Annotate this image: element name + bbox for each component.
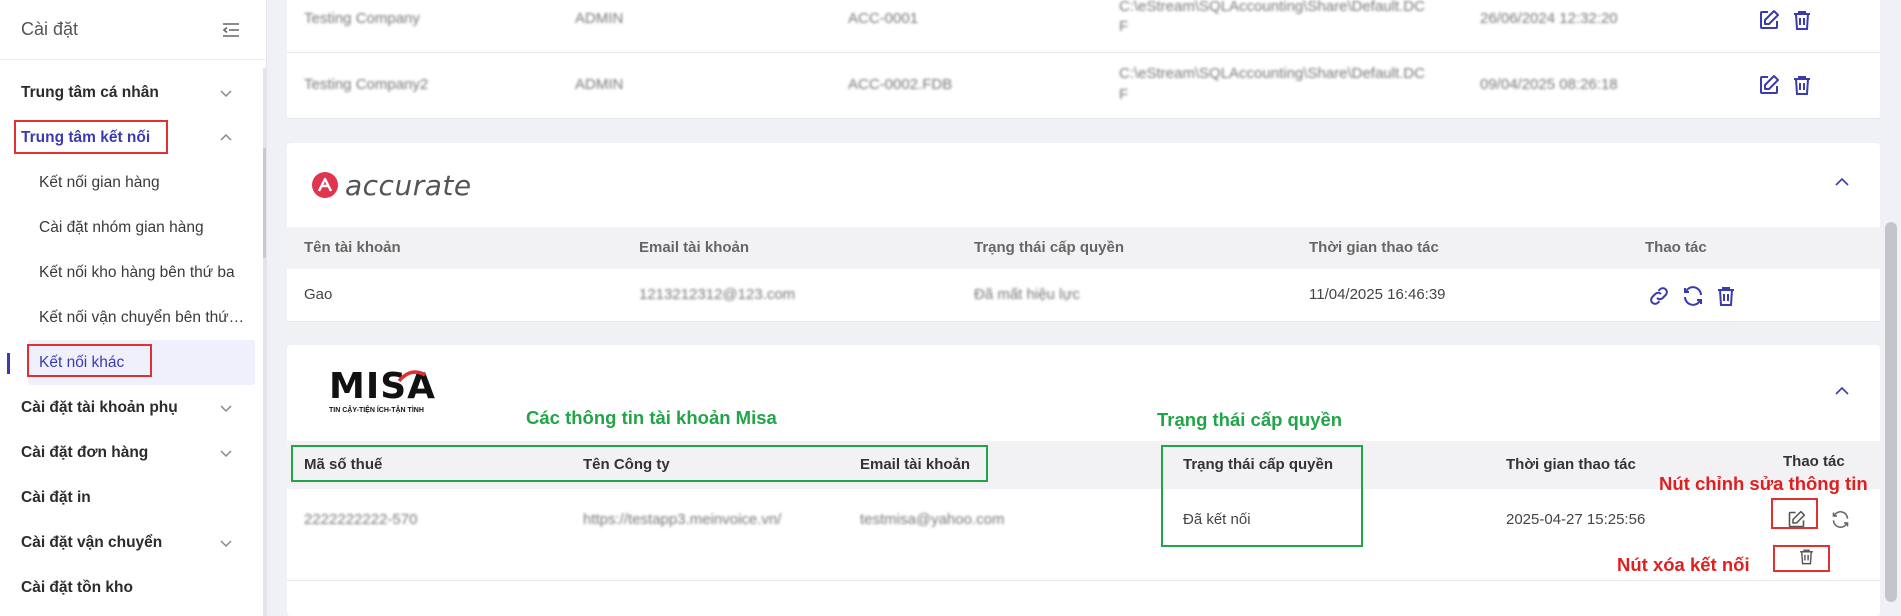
chevron-up-icon — [220, 133, 232, 141]
sub-item-label: Kết nối kho hàng bên thứ ba — [39, 263, 235, 281]
column-header: Thao tác — [1645, 239, 1707, 256]
annotation-account-info: Các thông tin tài khoản Misa — [526, 407, 777, 428]
tax-code-cell: 2222222222-570 — [304, 511, 418, 528]
chevron-down-icon — [220, 449, 232, 457]
table-row: Testing Company ADMIN ACC-0001 C:\eStrea… — [287, 0, 1880, 53]
menu-item-print-settings[interactable]: Cài đặt in — [0, 475, 262, 520]
sub-item-third-party-warehouse[interactable]: Kết nối kho hàng bên thứ ba — [0, 250, 262, 295]
menu-item-label: Cài đặt đơn hàng — [21, 443, 149, 461]
highlight-other-connections — [27, 344, 152, 377]
highlight-permission-status — [1161, 445, 1363, 547]
account-email-cell: 1213212312@123.com — [639, 286, 796, 303]
column-header: Thao tác — [1783, 453, 1845, 470]
edit-icon[interactable] — [1757, 73, 1781, 97]
account-email-cell: testmisa@yahoo.com — [860, 511, 1005, 528]
menu-item-label: Cài đặt tồn kho — [21, 578, 133, 596]
sidebar-title: Cài đặt — [21, 19, 79, 39]
sub-item-store-group-settings[interactable]: Cài đặt nhóm gian hàng — [0, 205, 262, 250]
operation-time-cell: 2025-04-27 15:25:56 — [1506, 511, 1646, 528]
page-scrollbar-thumb[interactable] — [1885, 222, 1897, 602]
chevron-down-icon — [220, 539, 232, 547]
sub-item-store-connection[interactable]: Kết nối gian hàng — [0, 160, 262, 205]
db-cell: ACC-0002.FDB — [848, 76, 953, 93]
accurate-logo-text: accurate — [345, 168, 472, 202]
table-row: Gao 1213212312@123.com Đã mất hiệu lực 1… — [287, 269, 1880, 322]
menu-item-shipping-settings[interactable]: Cài đặt vận chuyển — [0, 520, 262, 565]
menu-item-label: Cài đặt in — [21, 488, 91, 506]
misa-logo-swoosh — [397, 370, 426, 383]
company-cell: Testing Company2 — [304, 76, 429, 93]
annotation-delete-button: Nút xóa kết nối — [1617, 554, 1750, 575]
path-cell: C:\eStream\SQLAccounting\Share\Default.D… — [1119, 0, 1425, 15]
highlight-delete-button — [1773, 545, 1830, 572]
sub-item-label: Kết nối gian hàng — [39, 173, 160, 191]
refresh-icon[interactable] — [1681, 284, 1705, 308]
user-cell: ADMIN — [575, 76, 624, 93]
menu-item-label: Trung tâm cá nhân — [21, 83, 159, 101]
refresh-icon[interactable] — [1830, 509, 1851, 530]
column-header: Trạng thái cấp quyền — [974, 239, 1125, 256]
operation-time-cell: 11/04/2025 16:46:39 — [1309, 286, 1446, 303]
menu-item-personal-center[interactable]: Trung tâm cá nhân — [0, 70, 262, 115]
column-header: Tên tài khoản — [304, 239, 401, 256]
company-name-cell: https://testapp3.meinvoice.vn/ — [583, 511, 782, 528]
column-header: Thời gian thao tác — [1506, 456, 1636, 473]
trash-icon[interactable] — [1790, 73, 1814, 97]
chevron-down-icon — [220, 404, 232, 412]
path-cell: C:\eStream\SQLAccounting\Share\Default.D… — [1119, 65, 1425, 82]
path-cell-line2: F — [1119, 18, 1129, 35]
collapse-misa-icon[interactable] — [1833, 382, 1851, 400]
menu-item-label: Cài đặt tài khoản phụ — [21, 398, 178, 416]
trash-icon[interactable] — [1790, 8, 1814, 32]
link-icon[interactable] — [1647, 284, 1671, 308]
page-scrollbar[interactable] — [1880, 0, 1901, 616]
column-header: Thời gian thao tác — [1309, 239, 1439, 256]
menu-item-sub-account-settings[interactable]: Cài đặt tài khoản phụ — [0, 385, 262, 430]
settings-sidebar: Cài đặt Trung tâm cá nhân Trung tâm kết … — [0, 0, 267, 616]
permission-status-cell: Đã mất hiệu lực — [974, 286, 1080, 303]
sub-item-label: Cài đặt nhóm gian hàng — [39, 218, 204, 236]
sub-item-third-party-shipping[interactable]: Kết nối vận chuyển bên thứ… — [0, 295, 262, 340]
sidebar-header: Cài đặt — [0, 0, 266, 60]
annotation-edit-button: Nút chỉnh sửa thông tin — [1659, 473, 1868, 494]
accurate-table-header: Tên tài khoản Email tài khoản Trạng thái… — [287, 227, 1880, 269]
path-cell-line2: F — [1119, 86, 1129, 103]
collapse-accurate-icon[interactable] — [1833, 173, 1851, 191]
misa-panel: MISA TIN CẬY-TIỆN ÍCH-TẬN TÌNH Mã số thu… — [287, 345, 1880, 616]
highlight-account-info-columns — [291, 445, 988, 482]
menu-item-order-settings[interactable]: Cài đặt đơn hàng — [0, 430, 262, 475]
table-row: Testing Company2 ADMIN ACC-0002.FDB C:\e… — [287, 53, 1880, 119]
main-content: Testing Company ADMIN ACC-0001 C:\eStrea… — [287, 0, 1880, 616]
time-cell: 09/04/2025 08:26:18 — [1480, 76, 1618, 93]
accurate-logo: accurate — [311, 165, 472, 205]
misa-logo-tagline: TIN CẬY-TIỆN ÍCH-TẬN TÌNH — [329, 407, 424, 414]
annotation-permission-status: Trạng thái cấp quyền — [1157, 409, 1343, 430]
sidebar-scrollbar[interactable] — [263, 68, 266, 616]
edit-icon[interactable] — [1757, 8, 1781, 32]
account-name-cell: Gao — [304, 286, 333, 303]
sub-item-label: Kết nối vận chuyển bên thứ… — [39, 308, 245, 326]
db-cell: ACC-0001 — [848, 10, 919, 27]
accurate-panel: accurate Tên tài khoản Email tài khoản T… — [287, 143, 1880, 322]
menu-item-label: Cài đặt vận chuyển — [21, 533, 163, 551]
time-cell: 26/06/2024 12:32:20 — [1480, 10, 1618, 27]
highlight-connection-center — [14, 120, 168, 154]
accurate-logo-icon — [312, 172, 338, 198]
misa-logo: MISA TIN CẬY-TIỆN ÍCH-TẬN TÌNH — [329, 369, 454, 419]
sql-accounting-panel: Testing Company ADMIN ACC-0001 C:\eStrea… — [287, 0, 1880, 119]
menu-item-inventory-settings[interactable]: Cài đặt tồn kho — [0, 565, 262, 610]
highlight-edit-button — [1771, 498, 1818, 529]
trash-icon[interactable] — [1714, 284, 1738, 308]
user-cell: ADMIN — [575, 10, 624, 27]
company-cell: Testing Company — [304, 10, 420, 27]
column-header: Email tài khoản — [639, 239, 750, 256]
chevron-down-icon — [220, 89, 232, 97]
collapse-sidebar-icon[interactable] — [220, 19, 242, 41]
